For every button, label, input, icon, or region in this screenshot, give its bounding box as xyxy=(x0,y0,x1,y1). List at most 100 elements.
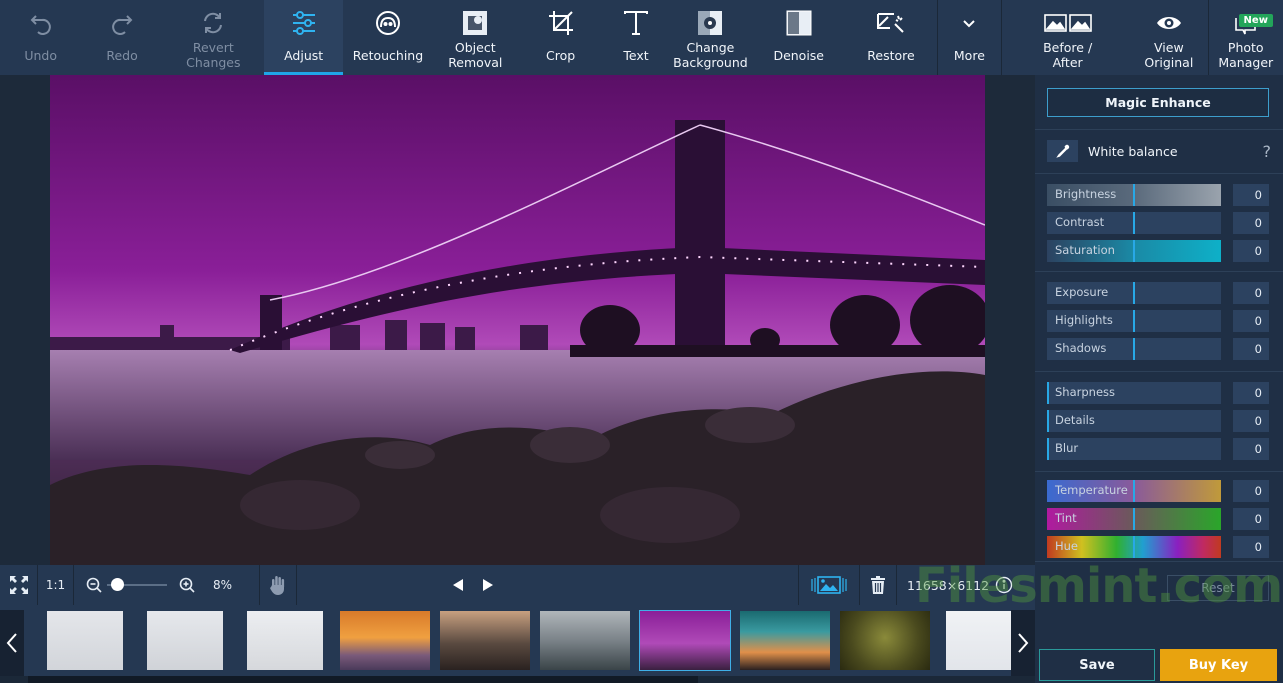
slider-handle[interactable] xyxy=(1047,410,1049,432)
crop-label: Crop xyxy=(546,47,576,63)
eyedropper-icon xyxy=(1055,144,1069,158)
before-after-button[interactable]: Before / After xyxy=(1005,0,1130,75)
slider-handle[interactable] xyxy=(1133,240,1135,262)
tab-denoise[interactable]: Denoise xyxy=(752,0,845,75)
buy-key-button[interactable]: Buy Key xyxy=(1160,649,1277,681)
filmstrip-scroll-right[interactable] xyxy=(1011,610,1035,676)
fit-to-screen-button[interactable] xyxy=(0,565,38,605)
retouching-label: Retouching xyxy=(352,47,424,63)
previous-image-icon[interactable] xyxy=(451,578,465,592)
filmstrip-scroll-left[interactable] xyxy=(0,610,24,676)
object-removal-label: Object Removal xyxy=(448,40,503,70)
filmstrip-scrollbar-thumb[interactable] xyxy=(28,676,698,683)
thumbnail-screenshot-dialog-3[interactable] xyxy=(247,611,323,670)
thumbnail-screenshot-dialog-1[interactable] xyxy=(47,611,123,670)
tab-change-background[interactable]: Change Background xyxy=(669,0,752,75)
thumbnail-sunset-sky[interactable] xyxy=(740,611,830,670)
slider-handle[interactable] xyxy=(1133,536,1135,558)
white-balance-picker-button[interactable] xyxy=(1047,140,1078,162)
undo-button[interactable]: Undo xyxy=(0,0,81,75)
tab-crop[interactable]: Crop xyxy=(518,0,603,75)
value-field-temperature[interactable]: 0 xyxy=(1233,480,1269,502)
slider-handle[interactable] xyxy=(1133,338,1135,360)
value-field-saturation[interactable]: 0 xyxy=(1233,240,1269,262)
magic-enhance-button[interactable]: Magic Enhance xyxy=(1047,88,1269,117)
next-image-icon[interactable] xyxy=(481,578,495,592)
thumbnail-screenshot-dialog-2[interactable] xyxy=(147,611,223,670)
slider-highlights[interactable]: Highlights xyxy=(1047,310,1221,332)
slider-hue[interactable]: Hue xyxy=(1047,536,1221,558)
info-icon[interactable] xyxy=(995,576,1013,594)
tab-object-removal[interactable]: Object Removal xyxy=(433,0,518,75)
value-field-sharpness[interactable]: 0 xyxy=(1233,382,1269,404)
slider-temperature[interactable]: Temperature xyxy=(1047,480,1221,502)
thumbnail-bridge-night-purple[interactable] xyxy=(639,610,731,671)
slider-contrast[interactable]: Contrast xyxy=(1047,212,1221,234)
save-button[interactable]: Save xyxy=(1039,649,1155,681)
slider-brightness[interactable]: Brightness xyxy=(1047,184,1221,206)
thumbnail-lighthouse-rocks[interactable] xyxy=(540,611,630,670)
slider-handle[interactable] xyxy=(1133,184,1135,206)
thumbnail-hot-air-balloons-sunset[interactable] xyxy=(340,611,430,670)
value-field-contrast[interactable]: 0 xyxy=(1233,212,1269,234)
slider-label: Sharpness xyxy=(1055,385,1116,399)
zoom-in-icon[interactable] xyxy=(179,577,195,593)
chevron-left-icon xyxy=(6,633,17,653)
photo-manager-button[interactable]: New Photo Manager xyxy=(1209,0,1283,75)
value-field-brightness[interactable]: 0 xyxy=(1233,184,1269,206)
value-field-tint[interactable]: 0 xyxy=(1233,508,1269,530)
zoom-out-icon[interactable] xyxy=(86,577,102,593)
filmstrip-toggle-button[interactable] xyxy=(798,565,860,605)
slider-blur[interactable]: Blur xyxy=(1047,438,1221,460)
filmstrip-scrollbar[interactable] xyxy=(0,676,1035,683)
image-canvas[interactable] xyxy=(0,75,1035,565)
slider-handle[interactable] xyxy=(1133,212,1135,234)
thumbnail-forest-tree[interactable] xyxy=(840,611,930,670)
slider-label: Blur xyxy=(1055,441,1079,455)
chevron-right-icon xyxy=(1018,633,1029,653)
value-field-shadows[interactable]: 0 xyxy=(1233,338,1269,360)
slider-saturation[interactable]: Saturation xyxy=(1047,240,1221,262)
value-field-blur[interactable]: 0 xyxy=(1233,438,1269,460)
slider-handle[interactable] xyxy=(1047,382,1049,404)
slider-tint[interactable]: Tint xyxy=(1047,508,1221,530)
slider-handle[interactable] xyxy=(1133,282,1135,304)
text-label: Text xyxy=(623,47,649,63)
slider-handle[interactable] xyxy=(1047,438,1049,460)
slider-handle[interactable] xyxy=(1133,480,1135,502)
restore-label: Restore xyxy=(867,47,915,63)
help-icon[interactable]: ? xyxy=(1263,142,1272,161)
more-button[interactable]: More xyxy=(938,0,1002,75)
slider-details[interactable]: Details xyxy=(1047,410,1221,432)
reset-button[interactable]: Reset xyxy=(1167,575,1269,601)
slider-sharpness[interactable]: Sharpness xyxy=(1047,382,1221,404)
slider-handle[interactable] xyxy=(1133,310,1135,332)
tab-adjust[interactable]: Adjust xyxy=(263,0,344,75)
tab-restore[interactable]: Restore xyxy=(845,0,936,75)
hand-tool-button[interactable] xyxy=(260,565,297,605)
zoom-slider[interactable] xyxy=(107,578,167,592)
value-field-exposure[interactable]: 0 xyxy=(1233,282,1269,304)
slider-shadows[interactable]: Shadows xyxy=(1047,338,1221,360)
redo-button[interactable]: Redo xyxy=(81,0,162,75)
tab-text[interactable]: Text xyxy=(603,0,668,75)
slider-label: Hue xyxy=(1055,539,1079,553)
zoom-slider-handle[interactable] xyxy=(111,578,124,591)
panel-divider xyxy=(1035,129,1283,130)
delete-button[interactable] xyxy=(860,565,897,605)
value-field-highlights[interactable]: 0 xyxy=(1233,310,1269,332)
thumbnail-screenshot-icons[interactable] xyxy=(946,611,1012,670)
revert-changes-button[interactable]: Revert Changes xyxy=(163,0,264,75)
actual-size-button[interactable]: 1:1 xyxy=(38,565,74,605)
view-original-button[interactable]: View Original xyxy=(1130,0,1207,75)
adjust-panel: Magic Enhance White balance ? Brightness… xyxy=(1035,75,1283,683)
slider-handle[interactable] xyxy=(1133,508,1135,530)
value-field-details[interactable]: 0 xyxy=(1233,410,1269,432)
hand-icon xyxy=(270,576,285,595)
tab-retouching[interactable]: Retouching xyxy=(343,0,432,75)
slider-exposure[interactable]: Exposure xyxy=(1047,282,1221,304)
edited-photo-bridge-at-night[interactable] xyxy=(50,75,985,565)
panel-divider xyxy=(1035,271,1283,272)
thumbnail-city-skyline-tower[interactable] xyxy=(440,611,530,670)
value-field-hue[interactable]: 0 xyxy=(1233,536,1269,558)
